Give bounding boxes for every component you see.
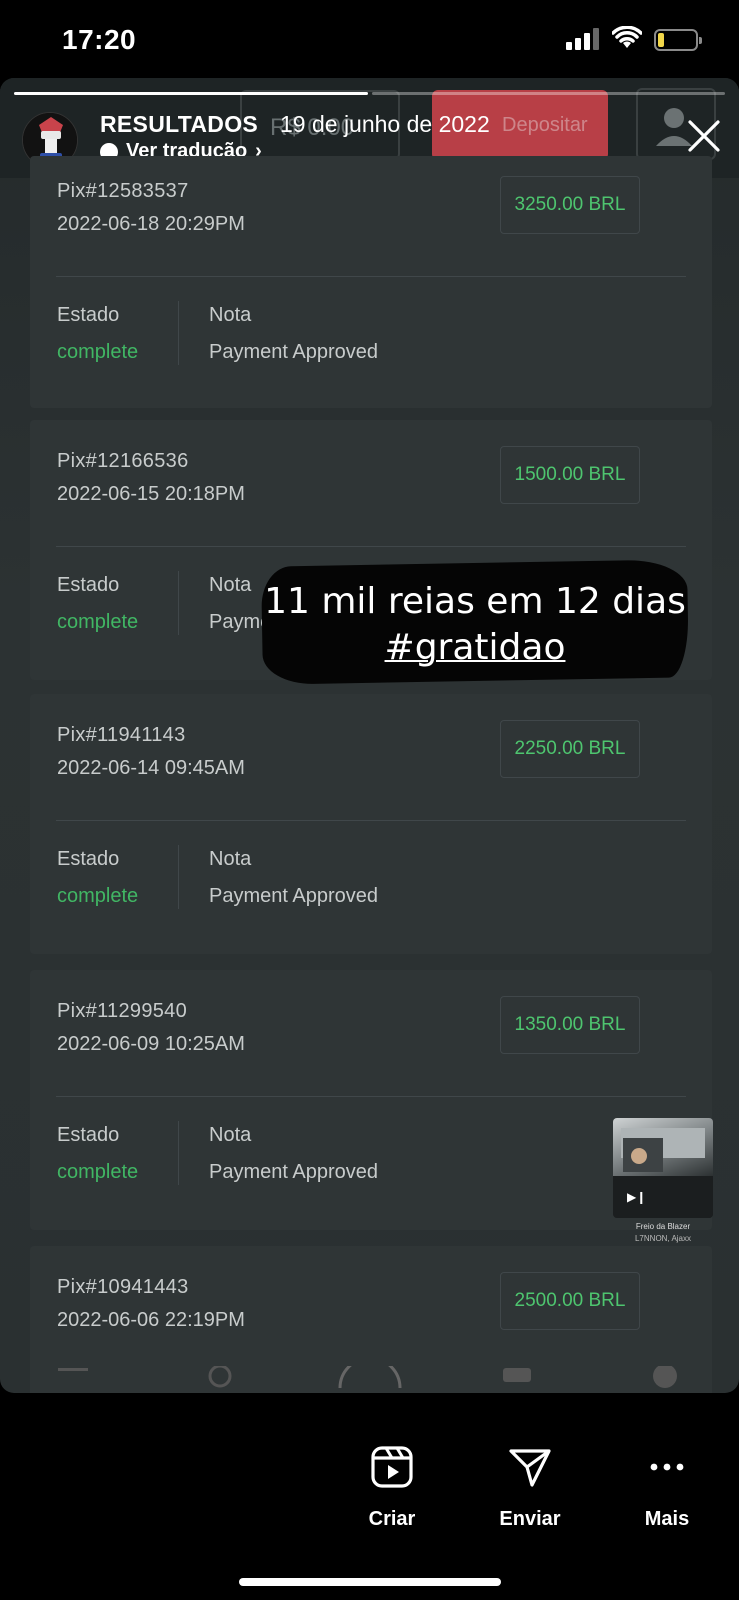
transaction-card: Pix#11299540 2022-06-09 10:25AM 1350.00 … [30, 970, 712, 1230]
note-label: Nota [209, 848, 252, 870]
cellular-signal-icon [566, 28, 602, 50]
transaction-date: 2022-06-18 20:29PM [57, 213, 245, 235]
story-action-bar: Criar Enviar Mais [0, 1393, 739, 1600]
divider [56, 1096, 686, 1097]
more-label: Mais [644, 1508, 690, 1530]
background-bottom-nav [58, 1366, 677, 1389]
music-sticker[interactable]: ▶︎❙ [613, 1118, 713, 1218]
account-name[interactable]: RESULTADOS [100, 111, 258, 138]
state-value: complete [57, 885, 139, 907]
transaction-id: Pix#12583537 [57, 180, 189, 202]
transaction-date: 2022-06-06 22:19PM [57, 1309, 245, 1331]
send-button[interactable]: Enviar [475, 1445, 585, 1531]
transaction-card: Pix#11941143 2022-06-14 09:45AM 2250.00 … [30, 694, 712, 954]
transaction-date: 2022-06-14 09:45AM [57, 757, 245, 779]
note-label: Nota [209, 1124, 252, 1146]
note-label: Nota [209, 574, 252, 596]
progress-segment [371, 92, 725, 95]
song-title: Freio da Blazer [635, 1222, 691, 1231]
transaction-amount: 1500.00 BRL [500, 446, 640, 504]
story-viewer[interactable]: R$ 0.00 Depositar ROCK RESULTADOS 19 de … [0, 78, 739, 1393]
sticker-text-line2: #gratidao [262, 627, 688, 668]
transaction-amount: 1350.00 BRL [500, 996, 640, 1054]
sticker-text-line1: 11 mil reias em 12 dias [264, 581, 686, 622]
status-bar: 17:20 [0, 0, 739, 80]
vertical-divider [178, 845, 179, 909]
vertical-divider [178, 1121, 179, 1185]
wifi-icon [612, 26, 642, 48]
battery-icon [654, 29, 702, 51]
transaction-id: Pix#12166536 [57, 450, 189, 472]
note-value: Payment Approved [209, 1161, 378, 1183]
note-value: Payment Approved [209, 885, 378, 907]
transaction-date: 2022-06-15 20:18PM [57, 483, 245, 505]
create-label: Criar [368, 1508, 416, 1530]
more-icon [650, 1463, 684, 1471]
send-label: Enviar [499, 1508, 561, 1530]
progress-segment [14, 92, 368, 95]
note-label: Nota [209, 304, 252, 326]
state-value: complete [57, 1161, 139, 1183]
state-value: complete [57, 611, 139, 633]
transaction-amount: 3250.00 BRL [500, 176, 640, 234]
more-button[interactable]: Mais [612, 1445, 722, 1531]
state-label: Estado [57, 848, 120, 870]
play-pause-icon: ▶︎❙ [627, 1190, 647, 1204]
reels-create-icon [371, 1446, 413, 1488]
state-label: Estado [57, 304, 120, 326]
clock: 17:20 [62, 24, 137, 55]
transaction-card: Pix#12583537 2022-06-18 20:29PM 3250.00 … [30, 156, 712, 408]
state-value: complete [57, 341, 139, 363]
state-label: Estado [57, 1124, 120, 1146]
song-artist: L7NNON, Ajaxx [634, 1234, 692, 1243]
hashtag[interactable]: #gratidao [385, 627, 566, 668]
home-indicator[interactable] [239, 1578, 501, 1586]
note-value: Payment Approved [209, 341, 378, 363]
divider [56, 276, 686, 277]
transaction-amount: 2500.00 BRL [500, 1272, 640, 1330]
transaction-amount: 2250.00 BRL [500, 720, 640, 778]
vertical-divider [178, 571, 179, 635]
date-overlay: 19 de junho de 2022 [280, 111, 490, 137]
close-icon[interactable] [684, 116, 724, 156]
story-progress-bar [14, 92, 725, 95]
transaction-id: Pix#11299540 [57, 1000, 188, 1022]
transaction-date: 2022-06-09 10:25AM [57, 1033, 245, 1055]
create-button[interactable]: Criar [337, 1445, 447, 1531]
transaction-id: Pix#11941143 [57, 724, 186, 746]
text-sticker: 11 mil reias em 12 dias #gratidao [261, 559, 689, 685]
divider [56, 820, 686, 821]
transaction-id: Pix#10941443 [57, 1276, 189, 1298]
vertical-divider [178, 301, 179, 365]
send-icon [509, 1449, 551, 1487]
divider [56, 546, 686, 547]
state-label: Estado [57, 574, 120, 596]
